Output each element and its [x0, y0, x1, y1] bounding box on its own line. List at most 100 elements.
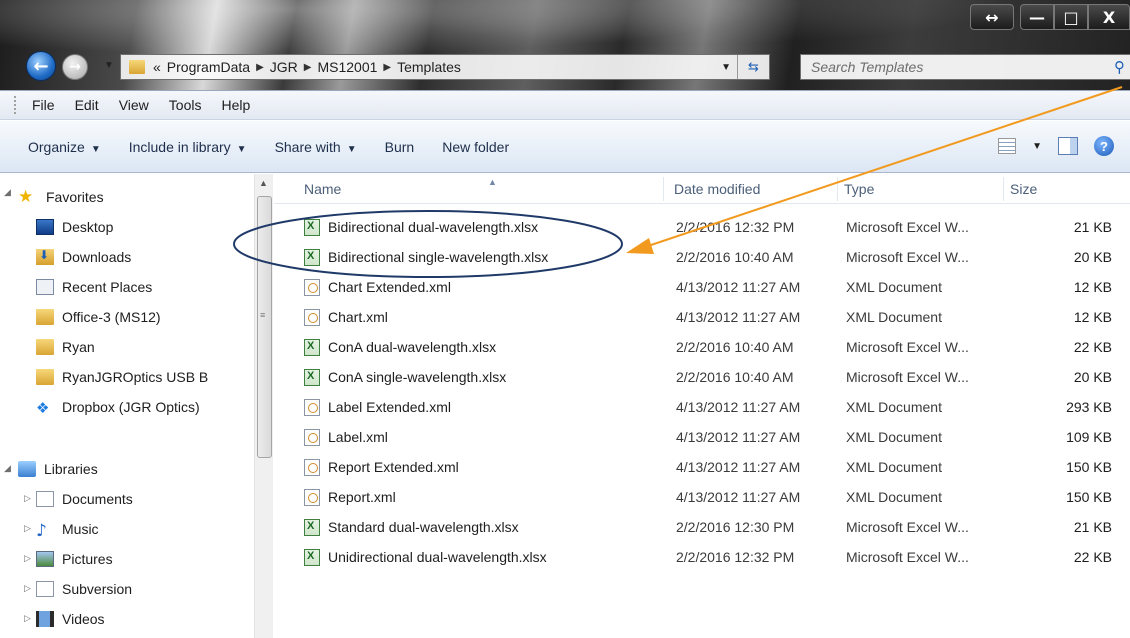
scrollbar-thumb[interactable]: [257, 196, 272, 458]
file-name-cell[interactable]: Bidirectional dual-wavelength.xlsx: [304, 212, 664, 242]
table-row[interactable]: Standard dual-wavelength.xlsx 2/2/2016 12…: [274, 512, 1130, 542]
sidebar-item-dropbox[interactable]: ❖ Dropbox (JGR Optics): [36, 392, 200, 422]
file-name: Report.xml: [328, 489, 396, 505]
back-button[interactable]: ←: [26, 51, 56, 81]
breadcrumb-overflow[interactable]: «: [153, 59, 161, 75]
sidebar-item-label: Videos: [62, 611, 105, 627]
sidebar-item-downloads[interactable]: Downloads: [36, 242, 131, 272]
file-name: Bidirectional single-wavelength.xlsx: [328, 249, 549, 265]
table-row[interactable]: Unidirectional dual-wavelength.xlsx 2/2/2…: [274, 542, 1130, 572]
file-name-cell[interactable]: ConA single-wavelength.xlsx: [304, 362, 664, 392]
expand-videos-icon[interactable]: ▷: [24, 613, 31, 624]
expand-music-icon[interactable]: ▷: [24, 523, 31, 534]
table-row[interactable]: Report Extended.xml 4/13/2012 11:27 AM XML…: [274, 452, 1130, 482]
expand-documents-icon[interactable]: ▷: [24, 493, 31, 504]
file-name-cell[interactable]: Standard dual-wavelength.xlsx: [304, 512, 664, 542]
sidebar-item-ryan[interactable]: Ryan: [36, 332, 95, 362]
forward-button[interactable]: →: [62, 54, 88, 80]
sidebar-item-ryanjgroptics-usb[interactable]: RyanJGROptics USB B: [36, 362, 254, 392]
search-box[interactable]: Search Templates ⚲: [800, 54, 1130, 80]
column-type[interactable]: Type: [838, 177, 1004, 201]
sidebar-item-subversion[interactable]: Subversion: [36, 574, 132, 604]
table-row[interactable]: ConA single-wavelength.xlsx 2/2/2016 10:4…: [274, 362, 1130, 392]
share-with-button[interactable]: Share with ▼: [275, 139, 357, 155]
expand-pictures-icon[interactable]: ▷: [24, 553, 31, 564]
expand-favorites-icon[interactable]: ◢: [4, 187, 11, 198]
file-name-cell[interactable]: Report Extended.xml: [304, 452, 664, 482]
scroll-up-icon[interactable]: ▲: [259, 178, 268, 188]
help-icon[interactable]: ?: [1094, 136, 1114, 156]
sidebar-item-videos[interactable]: Videos: [36, 604, 105, 634]
file-name-cell[interactable]: Label Extended.xml: [304, 392, 664, 422]
file-name-cell[interactable]: Label.xml: [304, 422, 664, 452]
sidebar-favorites-label: Favorites: [46, 189, 104, 205]
burn-button[interactable]: Burn: [385, 139, 415, 155]
column-date-modified[interactable]: Date modified: [668, 177, 838, 201]
breadcrumb-separator-icon[interactable]: ▶: [256, 62, 264, 73]
file-name-cell[interactable]: Bidirectional single-wavelength.xlsx: [304, 242, 664, 272]
menu-edit[interactable]: Edit: [75, 97, 99, 113]
maximize-button[interactable]: □: [1054, 4, 1088, 30]
table-row[interactable]: Label.xml 4/13/2012 11:27 AM XML Document 1…: [274, 422, 1130, 452]
organize-button[interactable]: Organize ▼: [28, 139, 101, 155]
sidebar-libraries[interactable]: Libraries: [18, 454, 98, 484]
resize-button[interactable]: ↔: [970, 4, 1014, 30]
address-bar[interactable]: « ProgramData ▶ JGR ▶ MS12001 ▶ Template…: [120, 54, 770, 80]
breadcrumb-separator-icon[interactable]: ▶: [383, 62, 391, 73]
expand-libraries-icon[interactable]: ◢: [4, 463, 11, 474]
preview-pane-icon[interactable]: [1058, 137, 1078, 155]
table-row[interactable]: Label Extended.xml 4/13/2012 11:27 AM XML …: [274, 392, 1130, 422]
sidebar-favorites[interactable]: ★ Favorites: [18, 182, 104, 212]
file-name-cell[interactable]: ConA dual-wavelength.xlsx: [304, 332, 664, 362]
breadcrumb-programdata[interactable]: ProgramData: [167, 59, 250, 75]
file-date: 4/13/2012 11:27 AM: [676, 399, 801, 415]
recent-pages-dropdown[interactable]: ▼: [104, 60, 114, 71]
menu-tools[interactable]: Tools: [169, 97, 202, 113]
table-row[interactable]: Bidirectional single-wavelength.xlsx 2/2/…: [274, 242, 1130, 272]
table-row[interactable]: Report.xml 4/13/2012 11:27 AM XML Document…: [274, 482, 1130, 512]
file-date: 2/2/2016 12:30 PM: [676, 519, 795, 535]
table-row[interactable]: Chart.xml 4/13/2012 11:27 AM XML Document 1…: [274, 302, 1130, 332]
libraries-icon: [18, 461, 36, 477]
refresh-icon[interactable]: ⇆: [737, 55, 769, 79]
sidebar-item-music[interactable]: ♪ Music: [36, 514, 99, 544]
menu-help[interactable]: Help: [221, 97, 250, 113]
expand-subversion-icon[interactable]: ▷: [24, 583, 31, 594]
table-row[interactable]: Bidirectional dual-wavelength.xlsx 2/2/20…: [274, 212, 1130, 242]
xml-file-icon: [304, 278, 320, 296]
include-in-library-button[interactable]: Include in library ▼: [129, 139, 247, 155]
file-name-cell[interactable]: Chart.xml: [304, 302, 664, 332]
view-dropdown-icon[interactable]: ▼: [1032, 141, 1042, 152]
file-name: Label.xml: [328, 429, 388, 445]
file-type: XML Document: [846, 399, 942, 415]
menu-file[interactable]: File: [32, 97, 55, 113]
file-name-cell[interactable]: Unidirectional dual-wavelength.xlsx: [304, 542, 664, 572]
new-folder-button[interactable]: New folder: [442, 139, 509, 155]
sidebar-item-pictures[interactable]: Pictures: [36, 544, 113, 574]
table-row[interactable]: ConA dual-wavelength.xlsx 2/2/2016 10:40 …: [274, 332, 1130, 362]
menu-view[interactable]: View: [119, 97, 149, 113]
folder-icon: [36, 369, 54, 385]
minimize-button[interactable]: —: [1020, 4, 1054, 30]
file-name-cell[interactable]: Chart Extended.xml: [304, 272, 664, 302]
file-size: 21 KB: [1073, 519, 1112, 535]
change-view-icon[interactable]: [998, 138, 1017, 154]
breadcrumb-ms12001[interactable]: MS12001: [317, 59, 377, 75]
sidebar-item-documents[interactable]: Documents: [36, 484, 133, 514]
breadcrumb-jgr[interactable]: JGR: [270, 59, 298, 75]
sidebar-item-recent-places[interactable]: Recent Places: [36, 272, 152, 302]
sidebar-item-desktop[interactable]: Desktop: [36, 212, 113, 242]
search-icon[interactable]: ⚲: [1114, 58, 1125, 76]
column-name-label: Name: [304, 181, 342, 197]
chevron-down-icon: ▼: [236, 143, 247, 155]
close-button[interactable]: X: [1088, 4, 1130, 30]
column-name[interactable]: Name ▲: [298, 177, 664, 201]
column-size[interactable]: Size: [1004, 177, 1130, 201]
breadcrumb-separator-icon[interactable]: ▶: [304, 62, 312, 73]
navigation-scrollbar[interactable]: ▲ ≡: [254, 174, 273, 638]
address-dropdown-icon[interactable]: ▼: [721, 62, 731, 73]
table-row[interactable]: Chart Extended.xml 4/13/2012 11:27 AM XML …: [274, 272, 1130, 302]
file-name-cell[interactable]: Report.xml: [304, 482, 664, 512]
breadcrumb-templates[interactable]: Templates: [397, 59, 461, 75]
sidebar-item-office-3[interactable]: Office-3 (MS12): [36, 302, 161, 332]
